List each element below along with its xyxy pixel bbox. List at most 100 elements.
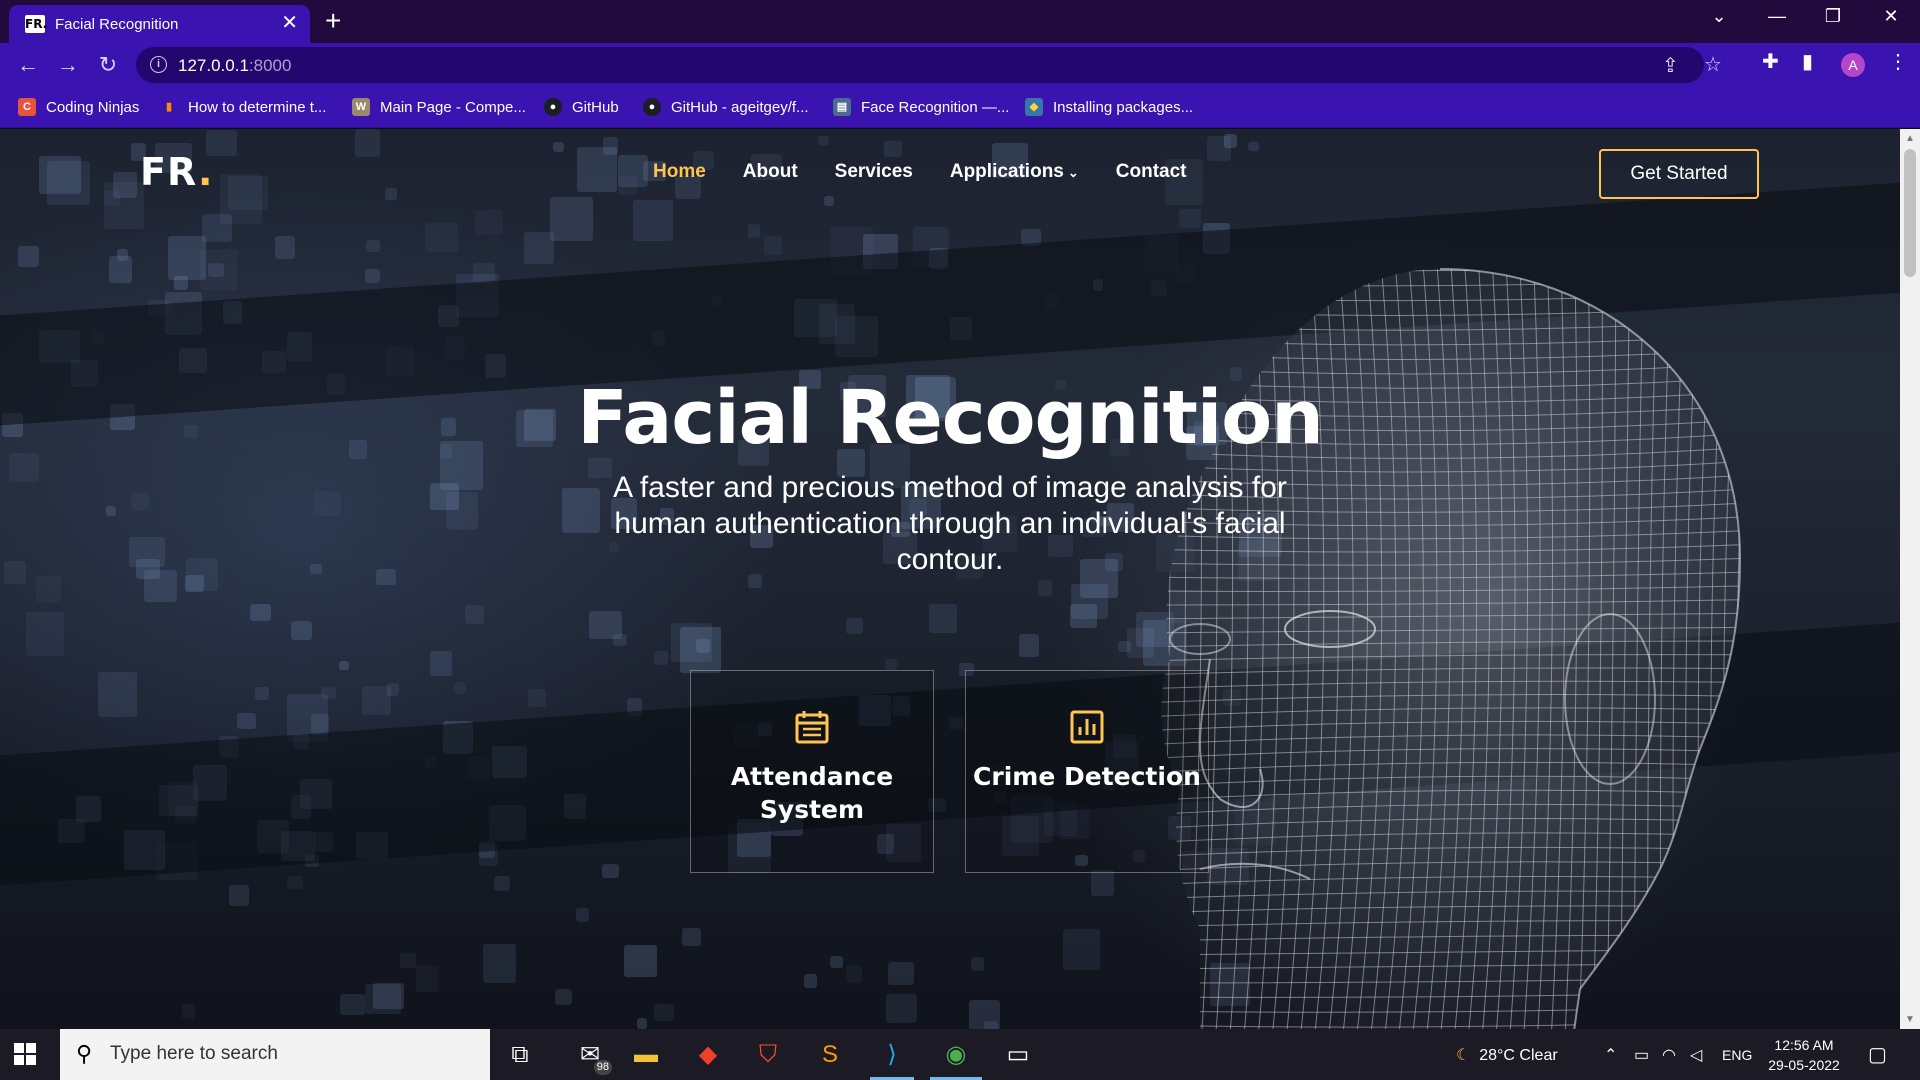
- menu-kebab-icon[interactable]: ⋮: [1888, 49, 1908, 74]
- background-pixel-block: [3, 560, 27, 584]
- card-title: Crime Detection: [973, 762, 1201, 791]
- background-pixel-block: [653, 651, 669, 665]
- crime-detection-card[interactable]: Crime Detection: [965, 670, 1209, 873]
- background-pixel-block: [26, 612, 65, 656]
- get-started-button[interactable]: Get Started: [1599, 149, 1759, 199]
- background-pixel-block: [829, 956, 844, 968]
- windows-taskbar: ⚲ Type here to search ⧉ ✉ 98 ▬ ◆ ⛉ S ⟩ ◉…: [0, 1029, 1920, 1080]
- system-clock[interactable]: 12:56 AM 29-05-2022: [1764, 1035, 1844, 1075]
- wiki-icon: W: [352, 98, 370, 116]
- vscode-icon[interactable]: ⟩: [874, 1037, 910, 1073]
- volume-icon[interactable]: ◁: [1690, 1045, 1702, 1065]
- background-pixel-block: [465, 605, 485, 625]
- site-info-icon[interactable]: i: [150, 56, 167, 73]
- share-icon[interactable]: ⇪: [1662, 53, 1679, 78]
- restore-icon[interactable]: ❐: [1818, 6, 1848, 27]
- bar-chart-icon: [1070, 710, 1104, 744]
- nav-contact[interactable]: Contact: [1116, 161, 1187, 183]
- background-pixel-block: [144, 569, 177, 603]
- nav-services[interactable]: Services: [835, 161, 913, 183]
- task-view-icon[interactable]: ⧉: [502, 1037, 538, 1073]
- new-tab-icon[interactable]: +: [325, 5, 341, 37]
- background-pixel-block: [845, 618, 864, 635]
- file-explorer-icon[interactable]: ▬: [628, 1037, 664, 1073]
- weather-widget[interactable]: ☾ 28°C Clear: [1456, 1045, 1558, 1065]
- background-pixel-block: [527, 689, 547, 708]
- background-pixel-block: [250, 603, 271, 621]
- page-scrollbar[interactable]: ▲ ▼: [1900, 129, 1920, 1029]
- side-panel-icon[interactable]: ▮: [1802, 49, 1813, 74]
- site-logo[interactable]: FR.: [140, 150, 213, 194]
- scrollbar-thumb[interactable]: [1904, 149, 1916, 277]
- background-pixel-block: [636, 1018, 648, 1029]
- bookmark-github-ageitgey[interactable]: ● GitHub - ageitgey/f...: [643, 96, 809, 118]
- github-icon: ●: [643, 98, 661, 116]
- bookmark-coding-ninjas[interactable]: C Coding Ninjas: [18, 96, 139, 118]
- background-pixel-block: [275, 235, 295, 259]
- tab-close-icon[interactable]: ✕: [281, 12, 298, 34]
- mail-icon[interactable]: ✉ 98: [572, 1037, 612, 1075]
- terminal-icon[interactable]: ▭: [1000, 1037, 1036, 1073]
- background-pixel-block: [18, 245, 40, 268]
- bookmark-github[interactable]: ● GitHub: [544, 96, 619, 118]
- bookmark-how-to-determine[interactable]: ▮ How to determine t...: [160, 96, 326, 118]
- extensions-icon[interactable]: ✚: [1762, 49, 1779, 74]
- bookmark-star-icon[interactable]: ☆: [1704, 52, 1722, 77]
- windows-start-icon[interactable]: [14, 1043, 36, 1065]
- background-pixel-block: [886, 994, 917, 1024]
- nav-home[interactable]: Home: [653, 161, 706, 183]
- background-pixel-block: [602, 863, 620, 878]
- background-pixel-block: [424, 223, 459, 253]
- docs-icon: ▤: [833, 98, 851, 116]
- attendance-system-card[interactable]: Attendance System: [690, 670, 934, 873]
- background-pixel-block: [494, 876, 511, 892]
- reload-icon[interactable]: ↻: [92, 49, 124, 81]
- brave-browser-icon[interactable]: ⛉: [750, 1037, 786, 1073]
- coding-ninjas-icon: C: [18, 98, 36, 116]
- forward-icon[interactable]: →: [52, 49, 84, 81]
- profile-avatar[interactable]: A: [1841, 53, 1865, 77]
- chrome-icon[interactable]: ◉: [938, 1037, 974, 1073]
- close-window-icon[interactable]: ✕: [1876, 6, 1906, 27]
- bookmark-installing-packages[interactable]: ◆ Installing packages...: [1025, 96, 1193, 118]
- browser-tab[interactable]: FR. Facial Recognition ✕: [9, 5, 310, 43]
- back-icon[interactable]: ←: [12, 49, 44, 81]
- background-pixel-block: [429, 483, 459, 511]
- mail-badge: 98: [593, 1060, 612, 1075]
- background-pixel-block: [1069, 603, 1098, 629]
- chevron-down-icon: ⌄: [1067, 165, 1079, 180]
- notifications-icon[interactable]: ▢: [1868, 1042, 1887, 1067]
- nav-applications[interactable]: Applications ⌄: [950, 161, 1079, 183]
- battery-icon[interactable]: ▭: [1634, 1045, 1649, 1065]
- url-text[interactable]: 127.0.0.1:8000: [178, 56, 291, 76]
- background-pixel-block: [440, 417, 457, 436]
- language-indicator[interactable]: ENG: [1722, 1047, 1752, 1063]
- taskbar-search-box[interactable]: ⚲ Type here to search: [60, 1029, 490, 1080]
- bookmark-main-page[interactable]: W Main Page - Compe...: [352, 96, 526, 118]
- background-pixel-block: [968, 1000, 1000, 1029]
- bookmarks-bar: C Coding Ninjas ▮ How to determine t... …: [0, 87, 1920, 128]
- background-pixel-block: [970, 956, 984, 971]
- nav-about[interactable]: About: [743, 161, 798, 183]
- bookmark-face-recognition[interactable]: ▤ Face Recognition —...: [833, 96, 1009, 118]
- hero-background: [0, 129, 1900, 1029]
- background-pixel-block: [375, 568, 396, 586]
- background-pixel-block: [763, 236, 783, 255]
- wireframe-head-image: [1161, 268, 1742, 1029]
- scroll-down-icon[interactable]: ▼: [1905, 1014, 1915, 1025]
- python-icon: ◆: [1025, 98, 1043, 116]
- tab-search-icon[interactable]: ⌄: [1704, 6, 1734, 27]
- background-pixel-block: [182, 1004, 195, 1019]
- background-pixel-block: [887, 962, 915, 985]
- minimize-icon[interactable]: —: [1762, 6, 1792, 27]
- tray-chevron-icon[interactable]: ⌃: [1604, 1045, 1617, 1065]
- scroll-up-icon[interactable]: ▲: [1905, 133, 1915, 144]
- background-pixel-block: [98, 671, 137, 718]
- hero-subtitle: A faster and precious method of image an…: [613, 471, 1287, 576]
- wifi-icon[interactable]: ◠: [1662, 1045, 1676, 1065]
- anydesk-icon[interactable]: ◆: [690, 1037, 726, 1073]
- background-pixel-block: [679, 627, 722, 673]
- sublime-text-icon[interactable]: S: [812, 1037, 848, 1073]
- background-pixel-block: [117, 249, 128, 261]
- address-bar[interactable]: i 127.0.0.1:8000 ⇪ ☆: [136, 47, 1722, 83]
